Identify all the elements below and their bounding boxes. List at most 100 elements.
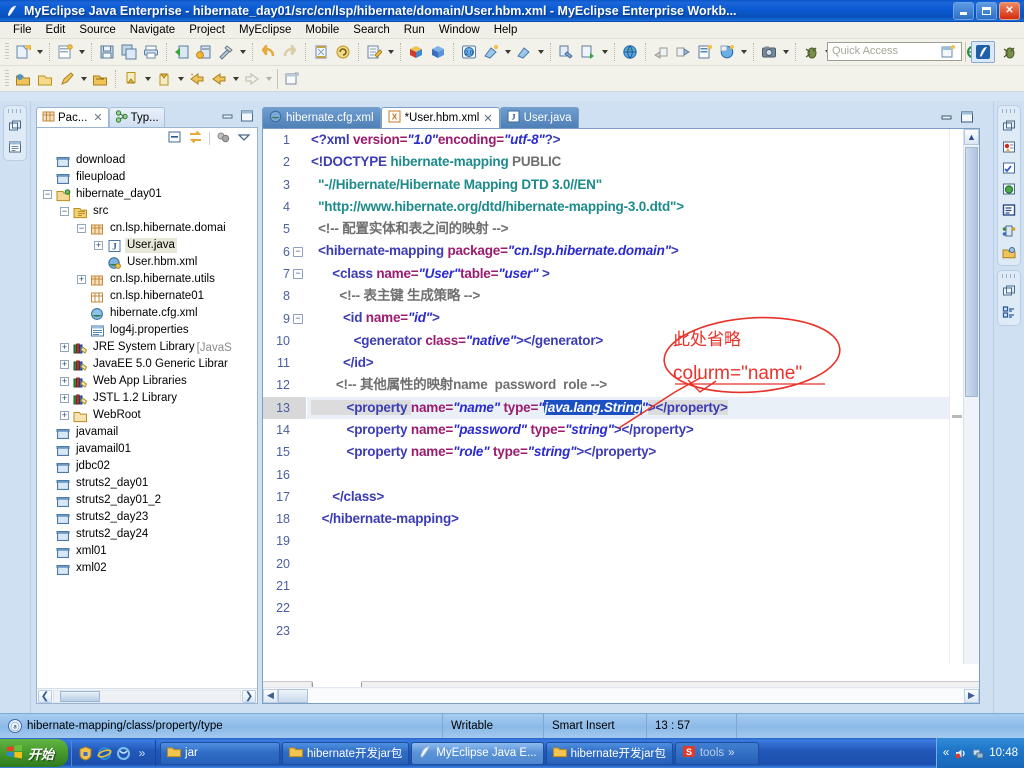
tree-item[interactable]: struts2_day24 xyxy=(37,526,257,543)
code-line[interactable] xyxy=(307,597,979,619)
tree-collapse-icon[interactable]: − xyxy=(77,224,86,233)
menu-search[interactable]: Search xyxy=(346,22,396,38)
scroll-thumb[interactable] xyxy=(965,147,978,397)
web-browser-view-icon[interactable] xyxy=(999,180,1019,198)
build-hammer-icon[interactable] xyxy=(215,41,237,63)
annotate-icon[interactable] xyxy=(56,68,78,90)
new-html-icon[interactable] xyxy=(480,41,502,63)
menu-source[interactable]: Source xyxy=(72,22,122,38)
menu-window[interactable]: Window xyxy=(432,22,487,38)
code-line[interactable]: <!-- 表主键 生成策略 --> xyxy=(307,285,979,307)
code-line[interactable]: <?xml version="1.0"encoding="utf-8"?> xyxy=(307,129,979,151)
save-all-icon[interactable] xyxy=(118,41,140,63)
previous-annotation-icon[interactable] xyxy=(153,68,175,90)
code-line[interactable]: </id> xyxy=(307,352,979,374)
menu-run[interactable]: Run xyxy=(397,22,432,38)
run-server-icon[interactable] xyxy=(193,41,215,63)
tree-item[interactable]: struts2_day01_2 xyxy=(37,492,257,509)
view-menu-icon[interactable] xyxy=(237,130,251,147)
collapse-all-icon[interactable] xyxy=(167,130,182,147)
new-cube-icon[interactable] xyxy=(405,41,427,63)
tree-expand-icon[interactable]: + xyxy=(60,377,69,386)
tree-item[interactable]: User.hbm.xml xyxy=(37,254,257,271)
tree-item[interactable]: + JRE System Library [JavaS xyxy=(37,339,257,356)
internet-explorer-icon[interactable] xyxy=(96,745,112,761)
outline-view-icon[interactable] xyxy=(999,303,1019,321)
scroll-track[interactable] xyxy=(53,689,241,703)
annotate-dropdown-icon[interactable] xyxy=(78,68,89,90)
tree-expand-icon[interactable]: + xyxy=(77,275,86,284)
drag-handle[interactable] xyxy=(8,109,22,113)
restore-icon[interactable] xyxy=(999,282,1019,300)
new-html-dropdown-icon[interactable] xyxy=(502,41,513,63)
edit-xml-icon[interactable] xyxy=(363,41,385,63)
more-chevron-icon[interactable]: » xyxy=(134,745,150,761)
last-edit-location-icon[interactable] xyxy=(186,68,208,90)
snapshot-dropdown-icon[interactable] xyxy=(780,41,791,63)
tree-item[interactable]: jdbc02 xyxy=(37,458,257,475)
maximize-editor-icon[interactable] xyxy=(960,111,974,126)
code-line[interactable]: <!-- 其他属性的映射name password role --> xyxy=(307,374,979,396)
tree-item[interactable]: + JavaEE 5.0 Generic Librar xyxy=(37,356,257,373)
previous-annotation-dropdown-icon[interactable] xyxy=(175,68,186,90)
tree-expand-icon[interactable]: + xyxy=(60,343,69,352)
new-from-template-dropdown-icon[interactable] xyxy=(76,41,87,63)
run-sql-icon[interactable] xyxy=(577,41,599,63)
toolbar-grip[interactable] xyxy=(5,43,9,61)
editor-tab-user-java[interactable]: J User.java xyxy=(499,107,579,128)
new-report-icon[interactable] xyxy=(694,41,716,63)
tree-item[interactable]: hibernate.cfg.xml xyxy=(37,305,257,322)
menu-file[interactable]: File xyxy=(6,22,39,38)
outline-view-icon[interactable] xyxy=(5,138,25,156)
tree-item[interactable]: − src xyxy=(37,203,257,220)
code-line[interactable] xyxy=(307,575,979,597)
debug-icon[interactable] xyxy=(800,41,822,63)
restore-icon[interactable] xyxy=(999,117,1019,135)
code-line[interactable] xyxy=(307,530,979,552)
back-history-icon[interactable] xyxy=(208,68,230,90)
taskbar-item-hibernate-jar-2[interactable]: hibernate开发jar包 xyxy=(545,741,673,765)
tree-expand-icon[interactable]: + xyxy=(60,360,69,369)
tree-item[interactable]: cn.lsp.hibernate01 xyxy=(37,288,257,305)
code-line[interactable] xyxy=(307,553,979,575)
new-jsp-dropdown-icon[interactable] xyxy=(535,41,546,63)
new-from-template-icon[interactable] xyxy=(54,41,76,63)
link-with-editor-icon[interactable] xyxy=(188,130,203,147)
tree-item[interactable]: + Web App Libraries xyxy=(37,373,257,390)
undo-icon[interactable] xyxy=(257,41,279,63)
tab-type-hierarchy[interactable]: Typ... xyxy=(108,107,165,127)
menu-navigate[interactable]: Navigate xyxy=(123,22,182,38)
tree-expand-icon[interactable]: + xyxy=(60,394,69,403)
taskbar-item-myeclipse[interactable]: MyEclipse Java E... xyxy=(411,741,544,765)
menu-project[interactable]: Project xyxy=(182,22,232,38)
network-icon[interactable] xyxy=(971,746,985,760)
tray-chevron-icon[interactable]: « xyxy=(943,747,949,759)
close-icon[interactable]: ✕ xyxy=(93,111,102,124)
tree-collapse-icon[interactable]: − xyxy=(43,190,52,199)
taskbar-item-tools[interactable]: S tools » xyxy=(674,741,759,765)
problems-view-icon[interactable] xyxy=(999,138,1019,156)
scroll-left-icon[interactable]: ❮ xyxy=(38,689,52,703)
code-line[interactable]: <property name="role" type="string"></pr… xyxy=(307,441,979,463)
new-wizard-dropdown-icon[interactable] xyxy=(34,41,45,63)
code-line[interactable]: "-//Hibernate/Hibernate Mapping DTD 3.0/… xyxy=(307,174,979,196)
open-perspective-icon[interactable] xyxy=(936,41,960,63)
minimize-editor-icon[interactable] xyxy=(940,111,954,126)
editor-tab-hibernate-cfg-xml[interactable]: hibernate.cfg.xml xyxy=(262,107,381,128)
close-icon[interactable]: ✕ xyxy=(483,112,492,125)
code-line[interactable]: <!DOCTYPE hibernate-mapping PUBLIC xyxy=(307,151,979,173)
tray-clock[interactable]: 10:48 xyxy=(989,747,1018,759)
refresh-icon[interactable] xyxy=(332,41,354,63)
editor-tab-user-hbm-xml[interactable]: X *User.hbm.xml ✕ xyxy=(380,107,500,128)
servers-view-icon[interactable] xyxy=(999,222,1019,240)
forward-history-icon[interactable] xyxy=(241,68,263,90)
scroll-up-icon[interactable]: ▲ xyxy=(964,129,979,145)
focus-on-active-task-icon[interactable] xyxy=(216,130,231,147)
code-line[interactable]: </class> xyxy=(307,486,979,508)
new-perspective-icon[interactable] xyxy=(281,68,303,90)
run-sql-dropdown-icon[interactable] xyxy=(599,41,610,63)
tree-item[interactable]: download xyxy=(37,152,257,169)
tree-item[interactable]: struts2_day01 xyxy=(37,475,257,492)
fold-toggle-icon[interactable]: − xyxy=(293,246,303,257)
export-icon[interactable] xyxy=(650,41,672,63)
